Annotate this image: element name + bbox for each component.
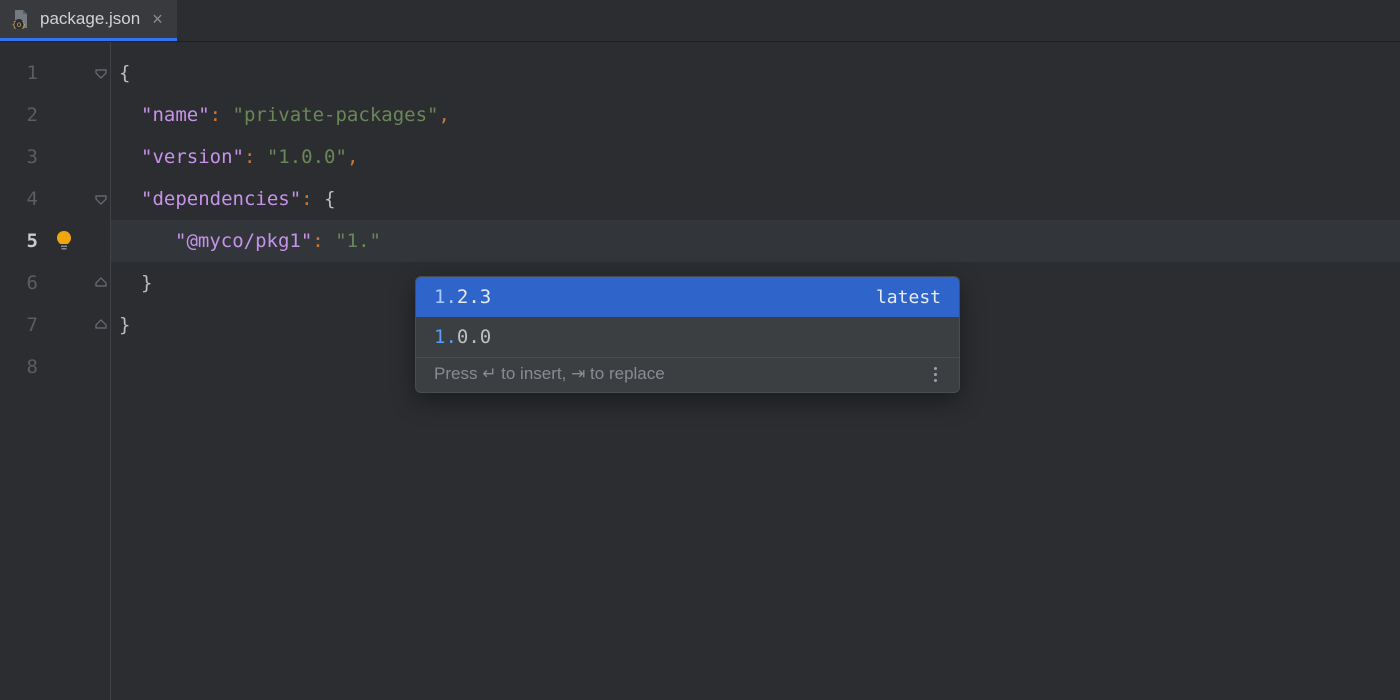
line-number: 3 bbox=[14, 136, 38, 178]
token-string: "1." bbox=[335, 220, 381, 262]
completion-match: 1. bbox=[434, 326, 457, 348]
enter-key-icon: ↵ bbox=[482, 364, 496, 383]
hint-text: to insert, bbox=[496, 364, 571, 383]
line-number: 4 bbox=[14, 178, 38, 220]
close-icon[interactable]: × bbox=[152, 9, 163, 30]
line-number: 1 bbox=[14, 52, 38, 94]
token-colon: : bbox=[301, 178, 312, 220]
tab-key-icon: ⇥ bbox=[571, 364, 585, 383]
token-key: "dependencies" bbox=[141, 178, 301, 220]
completion-rest: 0.0 bbox=[457, 326, 491, 348]
completion-match: 1. bbox=[434, 286, 457, 308]
fold-end-icon[interactable] bbox=[94, 318, 108, 332]
token-colon: : bbox=[244, 136, 255, 178]
completion-rest: 2.3 bbox=[457, 286, 491, 308]
more-options-icon[interactable] bbox=[929, 367, 941, 382]
tab-bar: {o} package.json × bbox=[0, 0, 1400, 42]
line-number: 6 bbox=[14, 262, 38, 304]
completion-item[interactable]: 1.0.0 bbox=[416, 317, 959, 357]
token-brace: } bbox=[141, 262, 152, 304]
token-brace: } bbox=[119, 304, 130, 346]
completion-tag: latest bbox=[876, 287, 941, 308]
intention-bulb-icon[interactable] bbox=[1, 220, 111, 262]
json-file-icon: {o} bbox=[10, 9, 30, 29]
token-string: "1.0.0" bbox=[267, 136, 347, 178]
tab-package-json[interactable]: {o} package.json × bbox=[0, 0, 177, 41]
line-number: 2 bbox=[14, 94, 38, 136]
completion-hint: Press ↵ to insert, ⇥ to replace bbox=[416, 357, 959, 392]
line-number: 8 bbox=[14, 346, 38, 388]
hint-text: Press bbox=[434, 364, 482, 383]
active-line[interactable]: "@myco/pkg1": "1." bbox=[111, 220, 1400, 262]
gutter: 1 2 3 4 5 6 7 8 bbox=[0, 42, 110, 700]
fold-end-icon[interactable] bbox=[94, 276, 108, 290]
line-number: 7 bbox=[14, 304, 38, 346]
token-key: "name" bbox=[141, 94, 210, 136]
completion-item[interactable]: 1.2.3 latest bbox=[416, 277, 959, 317]
token-string: "private-packages" bbox=[233, 94, 439, 136]
token-key: "@myco/pkg1" bbox=[175, 220, 312, 262]
token-brace: { bbox=[119, 52, 130, 94]
fold-start-icon[interactable] bbox=[94, 192, 108, 206]
token-brace: { bbox=[324, 178, 335, 220]
tab-label: package.json bbox=[40, 9, 140, 29]
fold-start-icon[interactable] bbox=[94, 66, 108, 80]
token-comma: , bbox=[347, 136, 358, 178]
completion-popup: 1.2.3 latest 1.0.0 Press ↵ to insert, ⇥ … bbox=[415, 276, 960, 393]
hint-text: to replace bbox=[585, 364, 664, 383]
svg-text:{o}: {o} bbox=[12, 20, 26, 29]
token-key: "version" bbox=[141, 136, 244, 178]
token-colon: : bbox=[312, 220, 323, 262]
token-colon: : bbox=[210, 94, 221, 136]
token-comma: , bbox=[438, 94, 449, 136]
